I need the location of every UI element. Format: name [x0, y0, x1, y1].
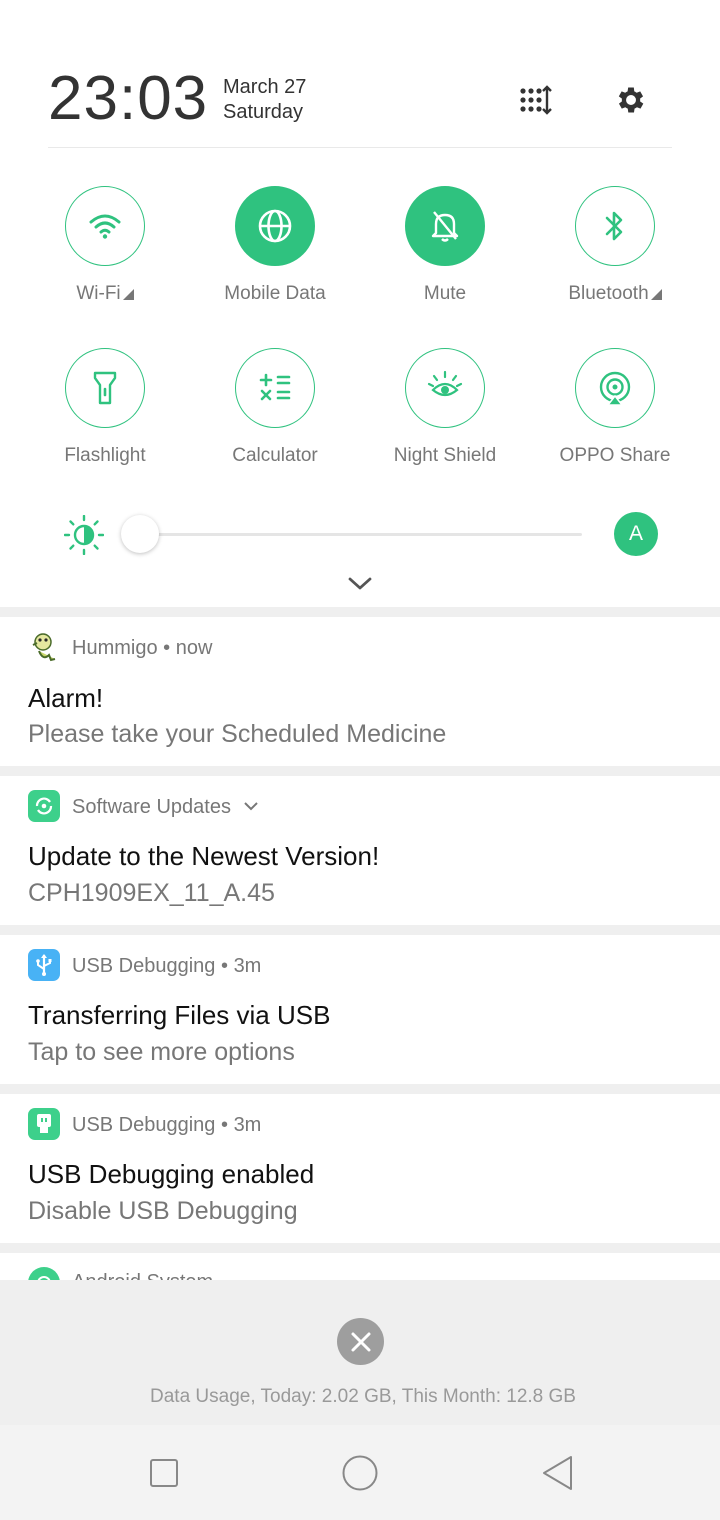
- flashlight-icon[interactable]: [65, 348, 145, 428]
- notification-hummigo[interactable]: Hummigo • now Alarm! Please take your Sc…: [0, 617, 720, 766]
- android-system-icon: [28, 1267, 60, 1280]
- header-divider: [48, 147, 672, 148]
- date-text: March 27: [223, 76, 307, 98]
- notification-text: Tap to see more options: [28, 1038, 295, 1066]
- weekday-text: Saturday: [223, 101, 304, 123]
- brightness-slider[interactable]: [140, 533, 582, 536]
- toggle-label: OPPO Share: [559, 445, 671, 466]
- notification-title: USB Debugging enabled: [28, 1159, 315, 1189]
- calculator-icon[interactable]: [235, 348, 315, 428]
- dropdown-triangle-icon[interactable]: [122, 289, 134, 300]
- toggle-label: Mobile Data: [224, 283, 326, 304]
- bell-off-icon[interactable]: [405, 186, 485, 266]
- share-icon[interactable]: [575, 348, 655, 428]
- notification-android-system[interactable]: Android System: [0, 1253, 720, 1280]
- edit-tiles-icon[interactable]: [515, 80, 555, 120]
- home-button[interactable]: [340, 1453, 380, 1493]
- toggle-label: Wi-Fi: [20, 283, 190, 305]
- notification-usb-transfer[interactable]: USB Debugging • 3m Transferring Files vi…: [0, 935, 720, 1084]
- date-block[interactable]: March 27 Saturday: [223, 75, 306, 125]
- notification-app-line: Software Updates: [72, 796, 259, 819]
- toggle-flashlight[interactable]: Flashlight: [20, 348, 190, 467]
- toggle-label: Flashlight: [64, 445, 146, 466]
- square-icon: [150, 1459, 178, 1487]
- quick-settings-header: 23:03 March 27 Saturday: [0, 0, 720, 150]
- data-usage-text[interactable]: Data Usage, Today: 2.02 GB, This Month: …: [0, 1386, 720, 1408]
- toggle-label: Mute: [423, 283, 467, 304]
- notification-app-line: USB Debugging • 3m: [72, 955, 262, 977]
- toggle-label: Calculator: [232, 445, 318, 466]
- software-update-icon: [28, 790, 60, 822]
- notification-usb-debugging[interactable]: USB Debugging • 3m USB Debugging enabled…: [0, 1094, 720, 1243]
- notification-text: Disable USB Debugging: [28, 1197, 298, 1225]
- toggle-oppo-share[interactable]: OPPO Share: [530, 348, 700, 467]
- toggle-label: Bluetooth: [530, 283, 700, 305]
- brightness-slider-thumb[interactable]: [121, 515, 159, 553]
- eye-icon[interactable]: [405, 348, 485, 428]
- wifi-icon[interactable]: [65, 186, 145, 266]
- auto-brightness-button[interactable]: A: [614, 512, 658, 556]
- notification-software-updates[interactable]: Software Updates Update to the Newest Ve…: [0, 776, 720, 925]
- hummigo-app-icon: [28, 631, 60, 663]
- chevron-down-icon[interactable]: [346, 572, 374, 596]
- dropdown-triangle-icon[interactable]: [650, 289, 662, 300]
- globe-icon[interactable]: [235, 186, 315, 266]
- circle-icon: [342, 1455, 378, 1491]
- back-button[interactable]: [537, 1453, 577, 1493]
- toggle-mute[interactable]: Mute: [360, 186, 530, 305]
- gear-icon[interactable]: [611, 80, 651, 120]
- expand-chevron-icon[interactable]: [243, 800, 259, 812]
- notification-app-line: USB Debugging • 3m: [72, 1114, 262, 1136]
- brightness-icon: [63, 514, 105, 556]
- notification-title: Transferring Files via USB: [28, 1000, 331, 1030]
- bluetooth-icon[interactable]: [575, 186, 655, 266]
- toggle-night-shield[interactable]: Night Shield: [360, 348, 530, 467]
- toggle-label: Night Shield: [393, 445, 497, 466]
- back-triangle-icon: [543, 1456, 572, 1490]
- notification-footer: Data Usage, Today: 2.02 GB, This Month: …: [0, 1280, 720, 1425]
- usb-icon: [28, 949, 60, 981]
- android-debug-icon: [28, 1108, 60, 1140]
- navigation-bar: [0, 1425, 720, 1520]
- notification-list[interactable]: Hummigo • now Alarm! Please take your Sc…: [0, 607, 720, 1280]
- notification-text: CPH1909EX_11_A.45: [28, 879, 275, 907]
- clear-all-button[interactable]: [337, 1318, 384, 1365]
- notification-app-line: Android System: [72, 1271, 213, 1280]
- notification-text: Please take your Scheduled Medicine: [28, 720, 447, 748]
- notification-title: Update to the Newest Version!: [28, 841, 380, 871]
- close-icon: [351, 1332, 370, 1351]
- toggle-wifi[interactable]: Wi-Fi: [20, 186, 190, 305]
- clock[interactable]: 23:03: [48, 66, 208, 132]
- toggle-mobile-data[interactable]: Mobile Data: [190, 186, 360, 305]
- notification-app-line: Hummigo • now: [72, 637, 213, 659]
- notification-title: Alarm!: [28, 683, 104, 713]
- recents-button[interactable]: [144, 1453, 184, 1493]
- toggle-bluetooth[interactable]: Bluetooth: [530, 186, 700, 305]
- toggle-calculator[interactable]: Calculator: [190, 348, 360, 467]
